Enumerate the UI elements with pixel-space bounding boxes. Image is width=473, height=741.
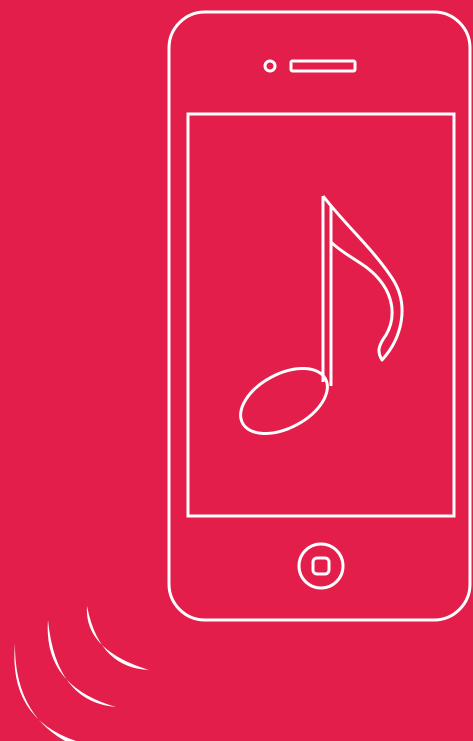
illustration <box>0 0 473 741</box>
background <box>0 0 473 741</box>
smartphone-music-illustration <box>0 0 473 741</box>
